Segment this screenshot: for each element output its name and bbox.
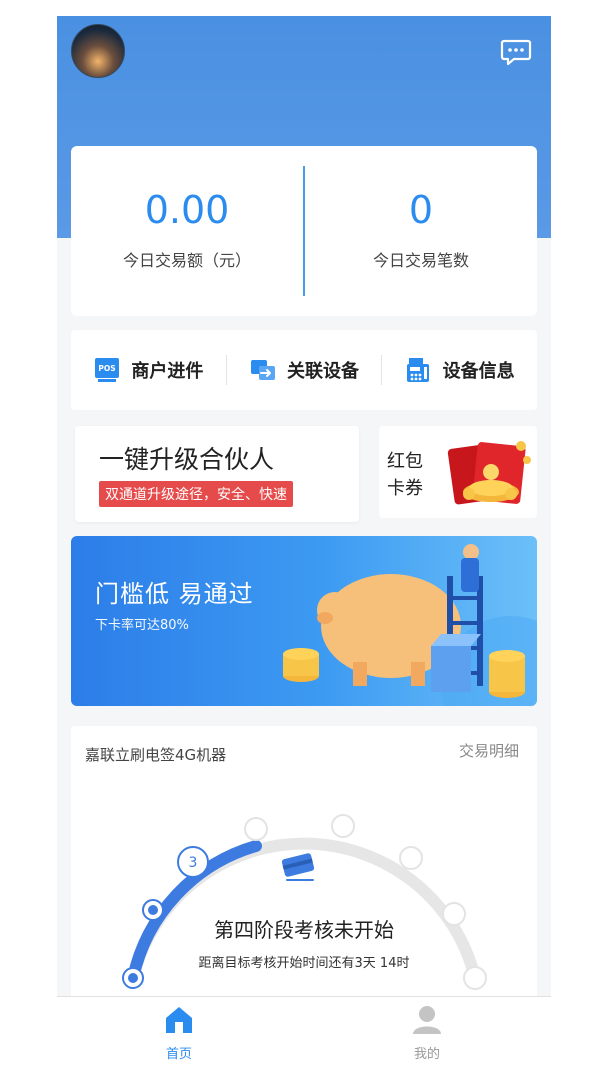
coupon-card[interactable]: 红包卡券 xyxy=(379,426,537,518)
transaction-details-link[interactable]: 交易明细 xyxy=(449,732,529,770)
banner-title: 门槛低 易通过 xyxy=(95,580,254,608)
today-amount-value: 0.00 xyxy=(144,188,230,232)
device-info-button[interactable]: 设备信息 xyxy=(382,356,537,384)
today-amount-label: 今日交易额（元） xyxy=(122,251,251,270)
banner-subtitle: 下卡率可达80% xyxy=(95,618,189,633)
piggy-bank-illustration xyxy=(283,544,537,706)
bottom-tab-bar: 首页 我的 xyxy=(57,996,551,1080)
upgrade-partner-tag: 双通道升级途径，安全、快速 xyxy=(99,481,293,507)
coupon-label: 红包卡券 xyxy=(387,451,423,499)
device-info-icon xyxy=(406,358,429,382)
today-count-label: 今日交易笔数 xyxy=(372,251,469,270)
user-icon xyxy=(413,1006,441,1034)
device-info-label: 设备信息 xyxy=(442,361,515,382)
link-device-button[interactable]: 关联设备 xyxy=(227,356,382,384)
link-device-label: 关联设备 xyxy=(287,361,359,382)
app-screen: 0.00 今日交易额（元） 0 今日交易笔数 POS 商户进件 关联设备 设备信… xyxy=(57,16,551,1080)
step-marker-6 xyxy=(399,846,423,870)
today-count-stat: 0 今日交易笔数 xyxy=(305,191,537,271)
merchant-onboarding-label: 商户进件 xyxy=(131,361,204,382)
merchant-onboarding-button[interactable]: POS 商户进件 xyxy=(71,356,226,384)
tab-mine-label: 我的 xyxy=(413,1047,440,1062)
pos-icon: POS xyxy=(95,358,120,382)
home-icon xyxy=(166,1007,192,1033)
upgrade-partner-card[interactable]: 一键升级合伙人 双通道升级途径，安全、快速 xyxy=(75,426,359,522)
user-avatar[interactable] xyxy=(71,24,125,78)
phase-countdown: 距离目标考核开始时间还有3天 14时 xyxy=(198,956,410,971)
device-name: 嘉联立刷电签4G机器 xyxy=(85,746,227,764)
tab-home[interactable]: 首页 xyxy=(119,1003,239,1067)
device-progress-card: 3 嘉联立刷电签4G机器 交易明细 第四阶段考核未开始 距离目标考核开始时间还有… xyxy=(71,726,537,1026)
step-marker-5 xyxy=(331,814,355,838)
step-marker-4 xyxy=(244,817,268,841)
promo-banner[interactable]: 门槛低 易通过 下卡率可达80% xyxy=(71,536,537,706)
chat-bubble-icon[interactable] xyxy=(500,36,532,68)
tab-mine[interactable]: 我的 xyxy=(367,1003,487,1067)
phase-title: 第四阶段考核未开始 xyxy=(214,918,394,942)
credit-card-icon xyxy=(281,853,315,881)
link-device-icon xyxy=(251,360,275,380)
red-envelope-icon xyxy=(447,441,531,505)
today-count-value: 0 xyxy=(408,188,434,232)
quick-actions-bar: POS 商户进件 关联设备 设备信息 xyxy=(71,330,537,410)
stats-card: 0.00 今日交易额（元） 0 今日交易笔数 xyxy=(71,146,537,316)
today-amount-stat: 0.00 今日交易额（元） xyxy=(71,191,303,271)
tab-home-label: 首页 xyxy=(165,1047,192,1062)
step-marker-3-label: 3 xyxy=(189,855,198,871)
upgrade-partner-title: 一键升级合伙人 xyxy=(99,445,275,474)
svg-text:POS: POS xyxy=(99,364,116,373)
